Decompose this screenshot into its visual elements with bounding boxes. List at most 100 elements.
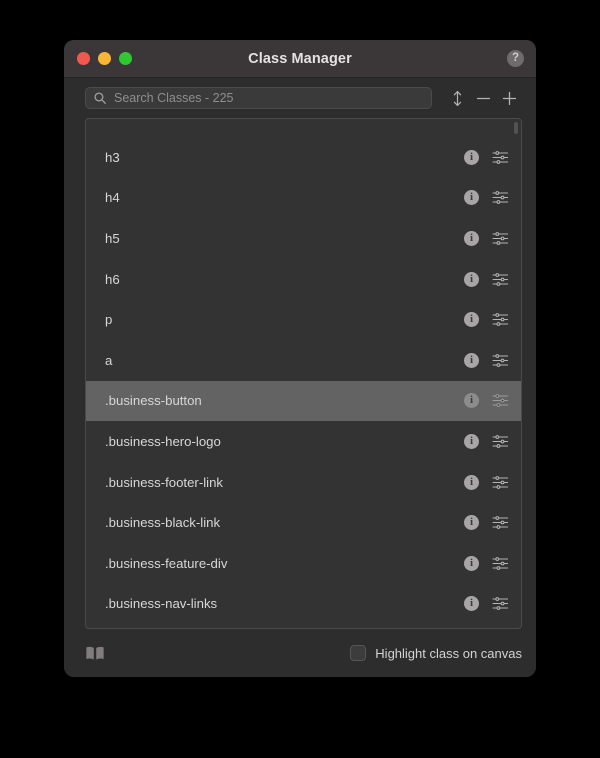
sliders-icon [492, 313, 509, 327]
list-item[interactable]: h4 i [86, 178, 521, 219]
sliders-icon [492, 272, 509, 286]
info-icon[interactable]: i [464, 474, 479, 490]
class-name-label: .business-feature-div [105, 555, 228, 571]
list-item[interactable]: .business-nav-links i [86, 584, 521, 625]
info-icon[interactable]: i [464, 190, 479, 206]
minimize-button[interactable] [98, 52, 111, 65]
row-actions: i [464, 433, 509, 449]
settings-button[interactable] [492, 434, 509, 449]
list-item[interactable]: .business-black-link i [86, 502, 521, 543]
sliders-icon [492, 394, 509, 408]
class-name-label: p [105, 312, 113, 328]
list-item[interactable]: .business-feature-div i [86, 543, 521, 584]
remove-button[interactable] [470, 85, 496, 111]
highlight-class-control[interactable]: Highlight class on canvas [350, 645, 522, 661]
screen: Class Manager ? Search Classes - 225 h3 … [0, 0, 600, 758]
list-item[interactable]: .business-button i [86, 380, 521, 422]
info-icon[interactable]: i [464, 271, 479, 287]
row-actions: i [464, 555, 509, 571]
sliders-icon [492, 353, 509, 367]
settings-button[interactable] [492, 272, 509, 287]
list-item[interactable]: pi [86, 299, 521, 340]
plus-icon [502, 91, 516, 105]
settings-button[interactable] [492, 312, 509, 327]
class-name-label: h5 [105, 230, 120, 246]
settings-button[interactable] [492, 190, 509, 205]
window-footer: Highlight class on canvas [64, 629, 536, 677]
sort-arrows-icon [453, 90, 461, 106]
book-icon[interactable] [85, 646, 105, 661]
info-icon[interactable]: i [464, 230, 479, 246]
settings-button[interactable] [492, 393, 509, 408]
info-icon[interactable]: i [464, 596, 479, 612]
class-list-rows: h3 i h4 i h5 i h6 i p i a i .business-button i .busine… [86, 119, 521, 628]
settings-button[interactable] [492, 353, 509, 368]
search-input-placeholder[interactable]: Search Classes - 225 [114, 91, 234, 105]
sort-button[interactable] [444, 85, 470, 111]
sliders-icon [492, 191, 509, 205]
row-actions: i [464, 312, 509, 328]
class-name-label: .business-nav-links [105, 596, 218, 612]
settings-button[interactable] [492, 596, 509, 611]
traffic-light-group [77, 52, 132, 65]
row-actions: i [464, 352, 509, 368]
settings-button[interactable] [492, 475, 509, 490]
list-item[interactable]: h5 i [86, 218, 521, 259]
sliders-icon [492, 475, 509, 489]
highlight-class-checkbox[interactable] [350, 645, 367, 661]
help-icon[interactable]: ? [507, 50, 524, 67]
toolbar-buttons [444, 85, 522, 111]
list-item[interactable]: h6 i [86, 259, 521, 300]
list-scrollbar[interactable] [514, 122, 518, 134]
add-button[interactable] [496, 85, 522, 111]
close-button[interactable] [77, 52, 90, 65]
search-field[interactable]: Search Classes - 225 [85, 87, 432, 109]
settings-button[interactable] [492, 515, 509, 530]
list-item[interactable]: ai [86, 340, 521, 381]
class-name-label: .business-button [105, 393, 202, 409]
class-name-label: h3 [105, 149, 120, 165]
highlight-class-label: Highlight class on canvas [375, 645, 522, 661]
info-icon[interactable]: i [464, 312, 479, 328]
class-name-label: .business-black-link [105, 515, 221, 531]
minus-icon [476, 97, 490, 99]
window-title: Class Manager [248, 50, 352, 67]
class-manager-window: Class Manager ? Search Classes - 225 h3 … [64, 40, 536, 677]
info-icon[interactable]: i [464, 149, 479, 165]
class-name-label: h6 [105, 271, 120, 287]
row-actions: i [464, 271, 509, 287]
row-actions: i [464, 596, 509, 612]
settings-button[interactable] [492, 231, 509, 246]
info-icon[interactable]: i [464, 515, 479, 531]
info-icon[interactable]: i [464, 352, 479, 368]
info-icon[interactable]: i [464, 393, 479, 409]
row-actions: i [464, 393, 509, 409]
row-actions: i [464, 190, 509, 206]
list-item[interactable]: h3 i [86, 137, 521, 178]
row-actions: i [464, 230, 509, 246]
settings-button[interactable] [492, 556, 509, 571]
settings-button[interactable] [492, 150, 509, 165]
class-name-label: .business-footer-link [105, 474, 224, 490]
info-icon[interactable]: i [464, 433, 479, 449]
search-icon [94, 92, 106, 104]
row-actions: i [464, 149, 509, 165]
class-name-label: .business-hero-logo [105, 433, 221, 449]
sliders-icon [492, 150, 509, 164]
zoom-button[interactable] [119, 52, 132, 65]
list-item[interactable]: .business-hero-logo i [86, 421, 521, 462]
toolbar: Search Classes - 225 [64, 78, 536, 118]
class-name-label: h4 [105, 190, 120, 206]
row-actions: i [464, 474, 509, 490]
list-item[interactable]: .business-footer-link i [86, 462, 521, 503]
sliders-icon [492, 232, 509, 245]
sliders-icon [492, 597, 509, 611]
class-name-label: a [105, 352, 113, 368]
row-actions: i [464, 515, 509, 531]
sliders-icon [492, 556, 509, 570]
sliders-icon [492, 516, 509, 530]
info-icon[interactable]: i [464, 555, 479, 571]
window-titlebar[interactable]: Class Manager ? [64, 40, 536, 78]
sliders-icon [492, 435, 509, 448]
class-list[interactable]: h3 i h4 i h5 i h6 i p i a i .business-button i .busine… [85, 118, 522, 629]
